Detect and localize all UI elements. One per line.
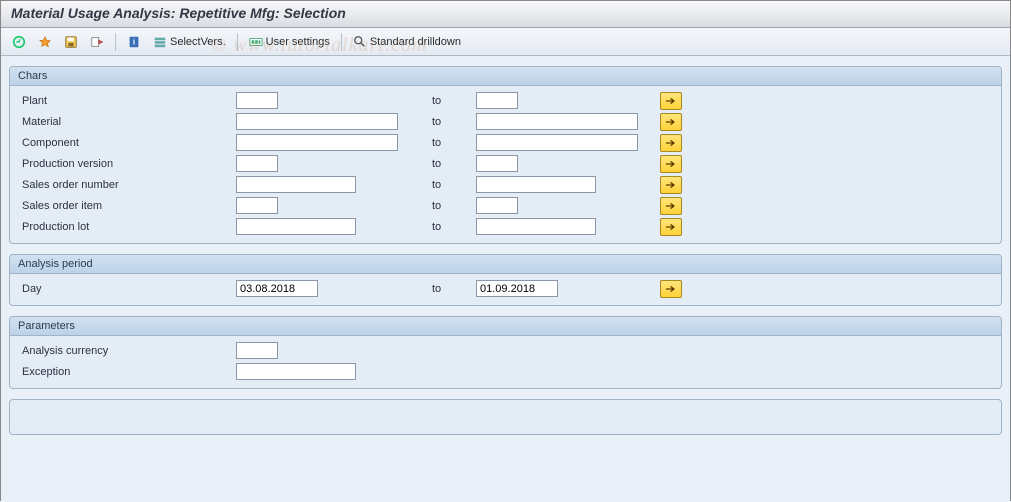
input-component-to[interactable]: [476, 134, 638, 151]
row-component: Component to: [10, 132, 1001, 153]
row-material: Material to: [10, 111, 1001, 132]
label-production_lot: Production lot: [16, 221, 236, 233]
label-exception: Exception: [16, 366, 236, 378]
toolbar-separator: [237, 33, 238, 51]
multi-select-material-button[interactable]: [660, 113, 682, 131]
application-toolbar: i SelectVers. User settings Standard dri…: [1, 28, 1010, 56]
to-label: to: [416, 200, 476, 212]
label-day: Day: [16, 283, 236, 295]
label-sales_order_item: Sales order item: [16, 200, 236, 212]
row-day: Day to: [10, 278, 1001, 299]
input-day-from[interactable]: [236, 280, 318, 297]
empty-group: [9, 399, 1002, 435]
to-label: to: [416, 95, 476, 107]
svg-text:i: i: [133, 37, 135, 46]
row-sales_order_item: Sales order item to: [10, 195, 1001, 216]
input-production_lot-from[interactable]: [236, 218, 356, 235]
input-material-to[interactable]: [476, 113, 638, 130]
row-analysis-currency: Analysis currency: [10, 340, 1001, 361]
to-label: to: [416, 137, 476, 149]
input-sales_order_number-from[interactable]: [236, 176, 356, 193]
to-label: to: [416, 179, 476, 191]
group-parameters: Parameters Analysis currency Exception: [9, 316, 1002, 389]
input-exception[interactable]: [236, 363, 356, 380]
group-chars-title: Chars: [10, 67, 1001, 86]
select-version-label: SelectVers.: [170, 36, 226, 48]
row-sales_order_number: Sales order number to: [10, 174, 1001, 195]
to-label: to: [416, 158, 476, 170]
user-settings-button[interactable]: User settings: [244, 32, 335, 52]
toolbar-separator: [341, 33, 342, 51]
page-title: Material Usage Analysis: Repetitive Mfg:…: [1, 1, 1010, 28]
multi-select-sales_order_item-button[interactable]: [660, 197, 682, 215]
input-material-from[interactable]: [236, 113, 398, 130]
multi-select-production_version-button[interactable]: [660, 155, 682, 173]
multi-select-plant-button[interactable]: [660, 92, 682, 110]
toolbar-separator: [115, 33, 116, 51]
input-day-to[interactable]: [476, 280, 558, 297]
label-component: Component: [16, 137, 236, 149]
label-sales_order_number: Sales order number: [16, 179, 236, 191]
label-material: Material: [16, 116, 236, 128]
row-production_lot: Production lot to: [10, 216, 1001, 237]
input-sales_order_number-to[interactable]: [476, 176, 596, 193]
input-production_version-from[interactable]: [236, 155, 278, 172]
group-chars: Chars PlanttoMaterialtoComponenttoProduc…: [9, 66, 1002, 244]
info-button[interactable]: i: [122, 32, 146, 52]
multi-select-day-button[interactable]: [660, 280, 682, 298]
label-production_version: Production version: [16, 158, 236, 170]
input-component-from[interactable]: [236, 134, 398, 151]
save-button[interactable]: [59, 32, 83, 52]
multi-select-component-button[interactable]: [660, 134, 682, 152]
group-analysis-period-title: Analysis period: [10, 255, 1001, 274]
standard-drilldown-label: Standard drilldown: [370, 36, 461, 48]
standard-drilldown-button[interactable]: Standard drilldown: [348, 32, 466, 52]
input-sales_order_item-to[interactable]: [476, 197, 518, 214]
row-plant: Plant to: [10, 90, 1001, 111]
label-analysis-currency: Analysis currency: [16, 345, 236, 357]
to-label: to: [416, 221, 476, 233]
label-plant: Plant: [16, 95, 236, 107]
multi-select-sales_order_number-button[interactable]: [660, 176, 682, 194]
get-variant-button[interactable]: [33, 32, 57, 52]
select-version-button[interactable]: SelectVers.: [148, 32, 231, 52]
input-sales_order_item-from[interactable]: [236, 197, 278, 214]
goto-button[interactable]: [85, 32, 109, 52]
row-exception: Exception: [10, 361, 1001, 382]
execute-button[interactable]: [7, 32, 31, 52]
multi-select-production_lot-button[interactable]: [660, 218, 682, 236]
to-label: to: [416, 116, 476, 128]
row-production_version: Production version to: [10, 153, 1001, 174]
input-production_lot-to[interactable]: [476, 218, 596, 235]
selection-screen: Chars PlanttoMaterialtoComponenttoProduc…: [1, 56, 1010, 502]
group-analysis-period: Analysis period Day to: [9, 254, 1002, 306]
input-plant-to[interactable]: [476, 92, 518, 109]
input-plant-from[interactable]: [236, 92, 278, 109]
input-analysis-currency[interactable]: [236, 342, 278, 359]
group-parameters-title: Parameters: [10, 317, 1001, 336]
to-label: to: [416, 283, 476, 295]
input-production_version-to[interactable]: [476, 155, 518, 172]
user-settings-label: User settings: [266, 36, 330, 48]
